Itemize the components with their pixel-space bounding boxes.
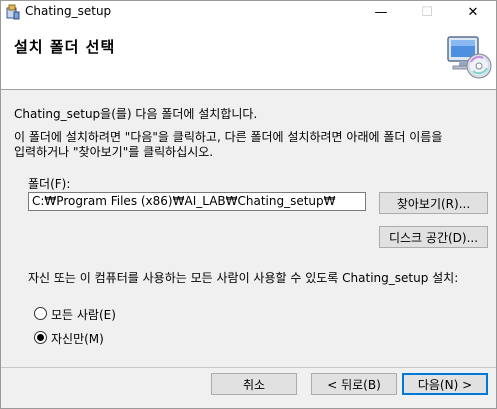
cancel-button[interactable]: 취소 [211,373,297,395]
title-bar: Chating_setup — ☐ ✕ [1,1,496,23]
close-icon: ✕ [467,4,479,20]
browse-button[interactable]: 찾아보기(R)... [379,192,488,214]
radio-everyone-label[interactable]: 모든 사람(E) [51,306,116,323]
computer-cd-icon [447,36,492,79]
page-title: 설치 폴더 선택 [14,38,116,56]
installer-app-icon [6,4,20,20]
installer-window: Chating_setup — ☐ ✕ 설치 폴더 선택 Chating_set… [0,0,497,409]
maximize-button: ☐ [404,1,450,23]
radio-selected-dot [37,334,44,341]
radio-just-me-label[interactable]: 자신만(M) [51,330,104,347]
install-for-prompt: 자신 또는 이 컴퓨터를 사용하는 모든 사람이 사용할 수 있도록 Chati… [28,271,459,285]
disk-space-button[interactable]: 디스크 공간(D)... [379,226,488,248]
footer-divider [1,367,496,368]
next-button[interactable]: 다음(N) > [402,373,488,395]
close-button[interactable]: ✕ [450,1,496,23]
intro-text: Chating_setup을(를) 다음 폴더에 설치합니다. [14,107,258,121]
back-button[interactable]: < 뒤로(B) [311,373,397,395]
header-banner: 설치 폴더 선택 [1,23,496,90]
folder-path-input[interactable]: C:₩Program Files (x86)₩AI_LAB₩Chating_se… [28,192,366,211]
folder-label: 폴더(F): [28,177,71,191]
maximize-icon: ☐ [421,4,433,20]
radio-just-me[interactable] [34,331,47,344]
minimize-button[interactable]: — [358,1,404,23]
instruction-text-line1: 이 폴더에 설치하려면 "다음"을 클릭하고, 다른 폴더에 설치하려면 아래에… [14,130,443,144]
window-title: Chating_setup [25,4,112,18]
radio-everyone[interactable] [34,307,47,320]
minimize-icon: — [374,4,388,20]
instruction-text-line2: 입력하거나 "찾아보기"를 클릭하십시오. [14,145,214,159]
